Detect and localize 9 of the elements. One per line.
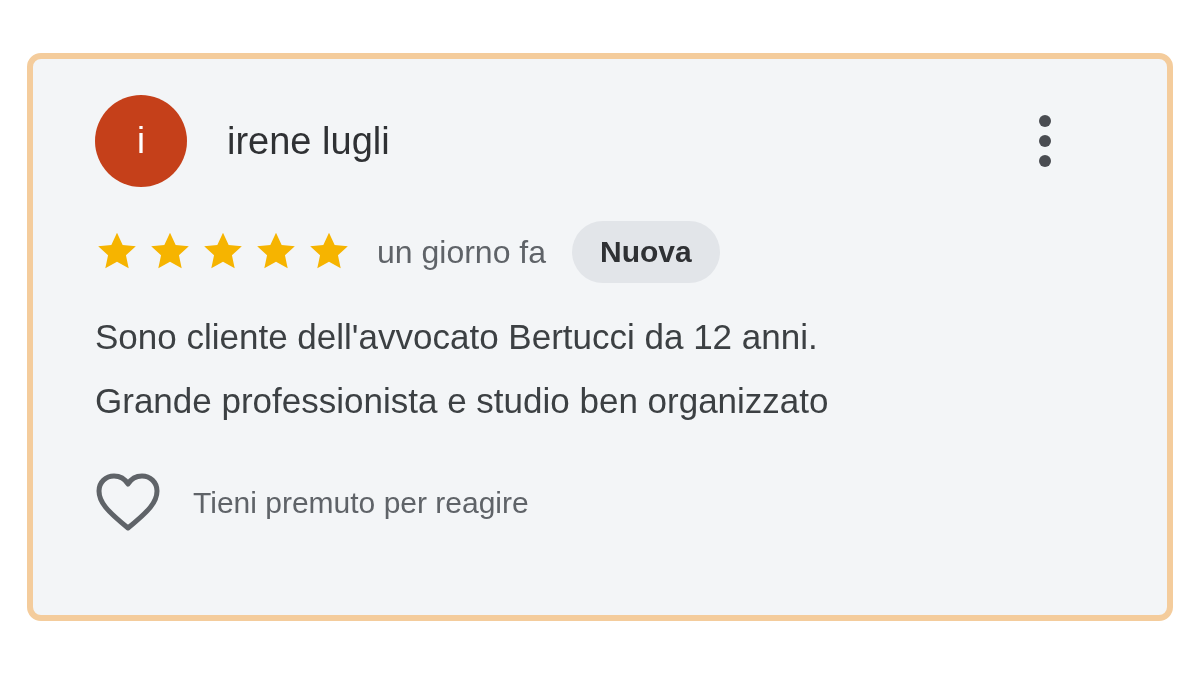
- review-text: Grande professionista e studio ben organizzato: [95, 380, 830, 422]
- review-time: un giorno fa: [377, 233, 546, 271]
- review-text: Sono cliente dell'avvocato Bertucci da 12 anni.: [95, 316, 819, 358]
- heart-icon[interactable]: [95, 473, 161, 533]
- more-options-icon[interactable]: [1037, 114, 1053, 168]
- new-badge: Nuova: [572, 221, 720, 283]
- author-name: irene lugli: [227, 119, 390, 163]
- avatar: i: [95, 95, 187, 187]
- reaction-hint: Tieni premuto per reagire: [193, 486, 529, 520]
